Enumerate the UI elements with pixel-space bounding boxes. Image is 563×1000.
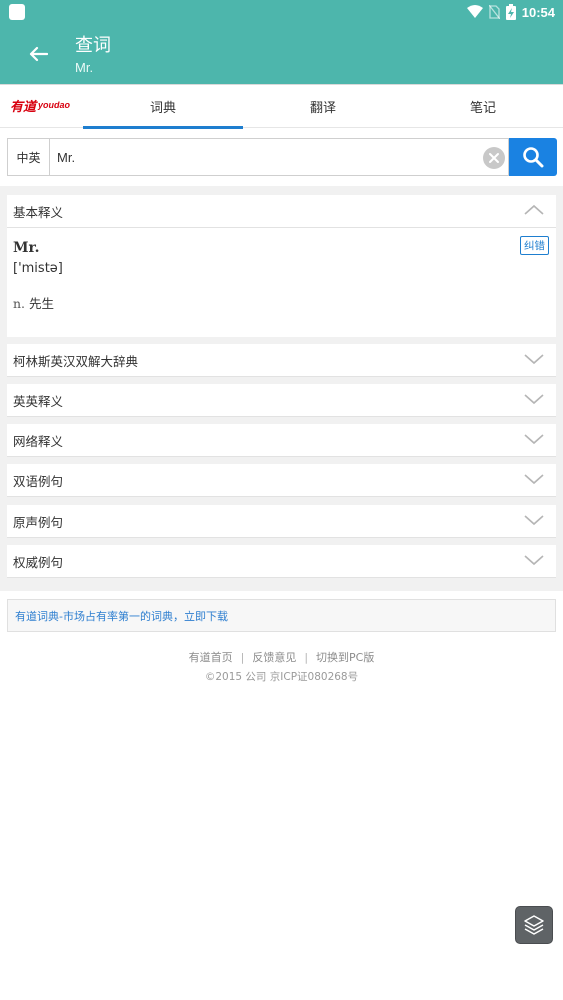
- tab-notes[interactable]: 笔记: [403, 85, 563, 128]
- layers-button[interactable]: [515, 906, 553, 944]
- section-collins[interactable]: 柯林斯英汉双解大辞典: [7, 344, 556, 377]
- section-authority-examples[interactable]: 权威例句: [7, 545, 556, 578]
- notification-square-icon: [9, 4, 25, 20]
- chevron-up-icon: [524, 204, 544, 215]
- footer-link-pc-version[interactable]: 切换到PC版: [316, 649, 374, 665]
- chevron-down-icon: [524, 354, 544, 365]
- search-icon: [523, 147, 544, 168]
- basic-definition-title: 基本释义: [13, 204, 64, 220]
- section-header: 英英释义: [7, 384, 556, 417]
- chevron-down-icon: [524, 434, 544, 445]
- footer-links: 有道首页 | 反馈意见 | 切换到PC版: [0, 649, 563, 665]
- chevron-down-icon: [524, 474, 544, 485]
- search-field[interactable]: [49, 138, 509, 176]
- basic-definition-panel: 基本释义 Mr. ['mistə] n. 先生 纠错: [7, 195, 556, 337]
- clear-button[interactable]: [483, 147, 505, 169]
- no-sim-icon: [488, 5, 500, 19]
- phonetic: ['mistə]: [13, 261, 63, 276]
- section-web-definition[interactable]: 网络释义: [7, 424, 556, 457]
- page-subtitle: Mr.: [75, 60, 94, 75]
- logo-text-cn: 有道: [10, 99, 37, 115]
- clear-icon: [489, 153, 499, 163]
- back-arrow-icon: [29, 46, 48, 62]
- section-title: 柯林斯英汉双解大辞典: [13, 353, 139, 369]
- section-header: 原声例句: [7, 505, 556, 538]
- download-promo-link[interactable]: 有道词典-市场占有率第一的词典，立即下载: [7, 599, 556, 632]
- section-title: 原声例句: [13, 514, 64, 530]
- footer-link-home[interactable]: 有道首页: [189, 649, 233, 665]
- section-english-english[interactable]: 英英释义: [7, 384, 556, 417]
- part-of-speech: n.: [13, 296, 26, 311]
- page-title: 查词: [75, 35, 111, 56]
- wifi-icon: [466, 5, 483, 18]
- layers-icon: [524, 915, 544, 935]
- results-area: 基本释义 Mr. ['mistə] n. 先生 纠错 柯林斯英汉双解大辞典 英英…: [0, 186, 563, 591]
- section-bilingual-examples[interactable]: 双语例句: [7, 464, 556, 497]
- copyright: ©2015 公司 京ICP证080268号: [204, 671, 359, 683]
- app-bar: 查词 Mr.: [0, 24, 563, 84]
- search-input[interactable]: [57, 149, 457, 165]
- back-button[interactable]: [18, 36, 58, 72]
- tab-bar: 有道 youdao 词典 翻译 笔记: [0, 84, 563, 129]
- chevron-down-icon: [524, 515, 544, 526]
- section-header: 网络释义: [7, 424, 556, 457]
- search-bar: 中英: [7, 138, 557, 176]
- language-selector[interactable]: 中英: [7, 138, 49, 176]
- status-time: 10:54: [521, 4, 555, 20]
- status-icons: 10:54: [466, 2, 555, 22]
- basic-definition-header[interactable]: 基本释义: [7, 195, 556, 228]
- section-header: 柯林斯英汉双解大辞典: [7, 344, 556, 377]
- definition-line: n. 先生: [13, 293, 54, 312]
- section-title: 双语例句: [13, 473, 64, 489]
- section-header: 双语例句: [7, 464, 556, 497]
- tab-translate[interactable]: 翻译: [243, 85, 403, 128]
- search-button[interactable]: [509, 138, 557, 176]
- chevron-down-icon: [524, 394, 544, 405]
- logo-text-en: youdao: [38, 100, 71, 110]
- battery-charging-icon: [505, 4, 516, 20]
- section-header: 权威例句: [7, 545, 556, 578]
- headword: Mr.: [13, 240, 40, 256]
- youdao-logo[interactable]: 有道 youdao: [10, 95, 80, 115]
- footer-separator: |: [304, 651, 309, 664]
- section-audio-examples[interactable]: 原声例句: [7, 505, 556, 538]
- section-title: 网络释义: [13, 433, 64, 449]
- chevron-down-icon: [524, 555, 544, 566]
- status-bar: 10:54: [0, 0, 563, 24]
- tab-dictionary[interactable]: 词典: [83, 85, 243, 129]
- footer-link-feedback[interactable]: 反馈意见: [252, 649, 296, 665]
- section-title: 权威例句: [13, 554, 64, 570]
- definition-meaning: 先生: [29, 296, 55, 311]
- section-title: 英英释义: [13, 393, 64, 409]
- report-error-button[interactable]: 纠错: [520, 236, 549, 255]
- footer-separator: |: [240, 651, 245, 664]
